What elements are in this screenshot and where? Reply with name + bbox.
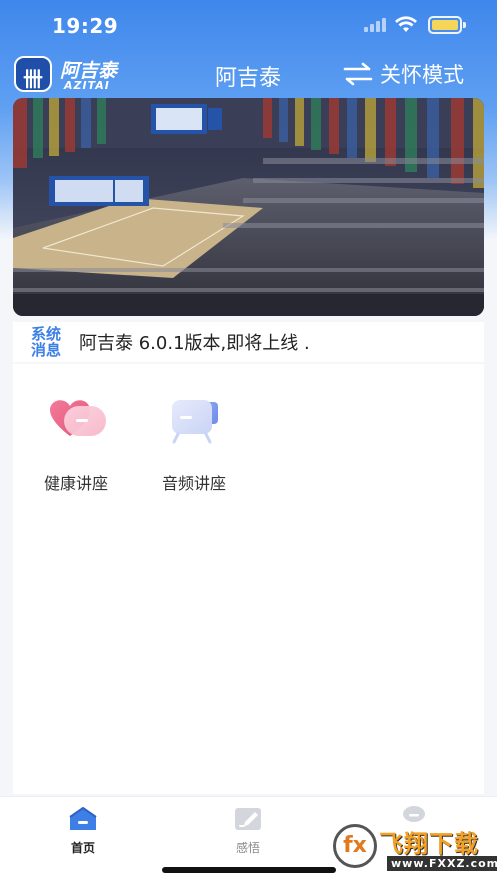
feature-audio-lecture[interactable]: 音频讲座 (139, 392, 249, 494)
care-mode-button[interactable]: 关怀模式 (342, 59, 464, 89)
feature-health-lecture[interactable]: 健康讲座 (21, 392, 131, 494)
notice-tag-line1: 系统 (30, 325, 61, 343)
system-notice-bar[interactable]: 系统 消息 阿吉泰 6.0.1版本,即将上线 . (13, 322, 484, 362)
app-header: 卌 阿吉泰 AZITAI 阿吉泰 关怀模式 (0, 50, 497, 98)
banner-carousel[interactable] (13, 98, 484, 316)
home-indicator[interactable] (162, 867, 336, 873)
watermark-badge-icon: fx (333, 824, 377, 868)
home-icon (68, 805, 98, 833)
status-time: 19:29 (52, 14, 119, 38)
logo-mark-icon: 卌 (14, 56, 52, 92)
swap-arrows-icon (343, 62, 373, 86)
watermark-logo: fx 飞翔下载 www.FXXZ.com (333, 824, 497, 874)
video-camera-icon (156, 392, 232, 452)
cellular-signal-icon (364, 18, 386, 32)
notice-tag-line2: 消息 (30, 341, 61, 359)
status-bar: 19:29 (0, 0, 497, 50)
tab-insight-label: 感悟 (235, 841, 260, 855)
app-logo: 卌 阿吉泰 AZITAI (14, 54, 144, 94)
feature-audio-lecture-label: 音频讲座 (161, 474, 226, 493)
lecture-hall-photo (13, 98, 484, 316)
feature-grid: 健康讲座 音频讲座 (13, 364, 484, 794)
feature-health-lecture-label: 健康讲座 (43, 474, 108, 493)
page-title: 阿吉泰 (214, 66, 281, 91)
battery-icon (428, 16, 462, 34)
tab-home[interactable]: 首页 (43, 805, 123, 856)
notice-text: 阿吉泰 6.0.1版本,即将上线 . (79, 333, 310, 354)
watermark-url: www.FXXZ.com (387, 856, 497, 871)
tab-insight[interactable]: 感悟 (208, 805, 288, 856)
heart-card-icon (38, 392, 114, 452)
logo-text-en: AZITAI (64, 79, 110, 92)
system-notice-tag: 系统 消息 (25, 326, 67, 358)
wifi-icon (395, 16, 417, 32)
tab-home-label: 首页 (70, 841, 95, 855)
care-mode-label: 关怀模式 (380, 63, 464, 87)
watermark-title: 飞翔下载 (379, 830, 479, 858)
note-edit-icon (233, 805, 263, 833)
